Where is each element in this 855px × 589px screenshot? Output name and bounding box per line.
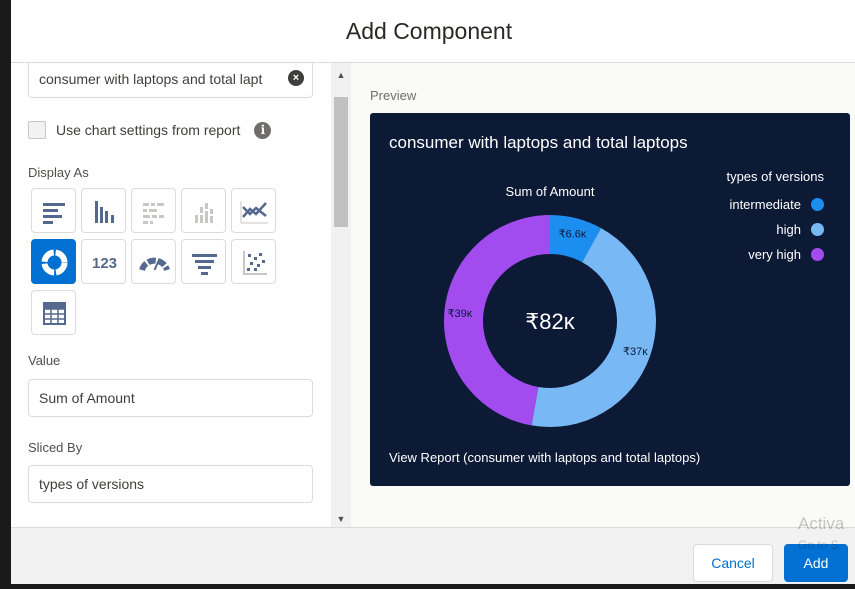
cancel-button[interactable]: Cancel <box>693 544 773 582</box>
scroll-down-arrow-icon[interactable]: ▼ <box>331 511 351 527</box>
add-component-modal: Add Component consumer with laptops and … <box>11 0 855 589</box>
report-search-input[interactable]: consumer with laptops and total lapt × <box>28 63 313 98</box>
chart-type-table[interactable] <box>31 290 76 335</box>
settings-scrollbar[interactable]: ▲ ▼ <box>331 63 351 527</box>
metric-icon: 123 <box>92 255 117 272</box>
vertical-bar-chart-icon <box>95 201 114 223</box>
legend-item-label: high <box>776 222 801 237</box>
legend-title: types of versions <box>726 169 824 184</box>
scroll-thumb[interactable] <box>334 97 348 227</box>
report-search-value: consumer with laptops and total lapt <box>39 71 263 87</box>
legend-item-label: very high <box>748 247 801 262</box>
legend-swatch-icon <box>811 248 824 261</box>
donut-data-label: ₹39ĸ <box>447 308 472 320</box>
chart-type-donut[interactable] <box>31 239 76 284</box>
add-button[interactable]: Add <box>784 544 848 582</box>
chart-type-vertical-bar[interactable] <box>81 188 126 233</box>
donut-center-total: ₹82ĸ <box>525 309 575 334</box>
scroll-up-arrow-icon[interactable]: ▲ <box>331 67 351 83</box>
info-icon[interactable]: i <box>254 121 272 139</box>
component-settings-panel: consumer with laptops and total lapt × U… <box>11 63 351 527</box>
donut-data-label: ₹37ĸ <box>623 346 648 358</box>
view-report-link[interactable]: View Report (consumer with laptops and t… <box>389 450 700 465</box>
horizontal-bar-chart-icon <box>43 203 65 224</box>
scatter-chart-icon <box>243 251 267 275</box>
legend-item[interactable]: very high <box>748 247 824 262</box>
chart-type-funnel[interactable] <box>181 239 226 284</box>
chart-type-line[interactable] <box>231 188 276 233</box>
funnel-icon <box>192 254 217 275</box>
preview-label: Preview <box>370 88 417 103</box>
clear-icon[interactable]: × <box>288 70 304 86</box>
display-as-label: Display As <box>28 165 89 180</box>
use-chart-settings-row: Use chart settings from report i <box>28 121 272 139</box>
stacked-vertical-bar-icon <box>195 203 213 223</box>
legend-swatch-icon <box>811 198 824 211</box>
donut-chart-icon <box>41 249 68 276</box>
legend-item[interactable]: intermediate <box>729 197 824 212</box>
value-field[interactable]: Sum of Amount <box>28 379 313 417</box>
chart-type-horizontal-bar[interactable] <box>31 188 76 233</box>
chart-type-metric[interactable]: 123 <box>81 239 126 284</box>
value-field-text: Sum of Amount <box>39 390 135 406</box>
chart-type-stacked-vertical-bar[interactable] <box>181 188 226 233</box>
modal-footer: Cancel Add <box>11 527 855 589</box>
preview-card: consumer with laptops and total laptops … <box>370 113 850 486</box>
sliced-by-field-text: types of versions <box>39 476 145 492</box>
modal-header: Add Component <box>11 0 855 63</box>
table-icon <box>43 302 66 325</box>
use-chart-settings-label: Use chart settings from report <box>56 122 241 138</box>
stacked-horizontal-bar-icon <box>143 203 164 224</box>
legend-swatch-icon <box>811 223 824 236</box>
legend-item-label: intermediate <box>729 197 801 212</box>
legend-item[interactable]: high <box>776 222 824 237</box>
chart-type-scatter[interactable] <box>231 239 276 284</box>
use-chart-settings-checkbox[interactable] <box>28 121 46 139</box>
modal-title: Add Component <box>345 17 513 44</box>
svg-text:123: 123 <box>92 255 117 272</box>
chart-type-stacked-horizontal-bar[interactable] <box>131 188 176 233</box>
window-edge <box>0 0 11 589</box>
gauge-icon <box>139 257 170 272</box>
value-label: Value <box>28 353 61 368</box>
line-chart-icon <box>240 201 268 224</box>
sliced-by-field[interactable]: types of versions <box>28 465 313 503</box>
donut-data-label: ₹6.6ĸ <box>559 228 587 240</box>
sliced-by-label: Sliced By <box>28 440 83 455</box>
chart-type-gauge[interactable] <box>131 239 176 284</box>
preview-panel: Preview consumer with laptops and total … <box>351 63 855 527</box>
window-bottom-edge <box>11 584 855 589</box>
